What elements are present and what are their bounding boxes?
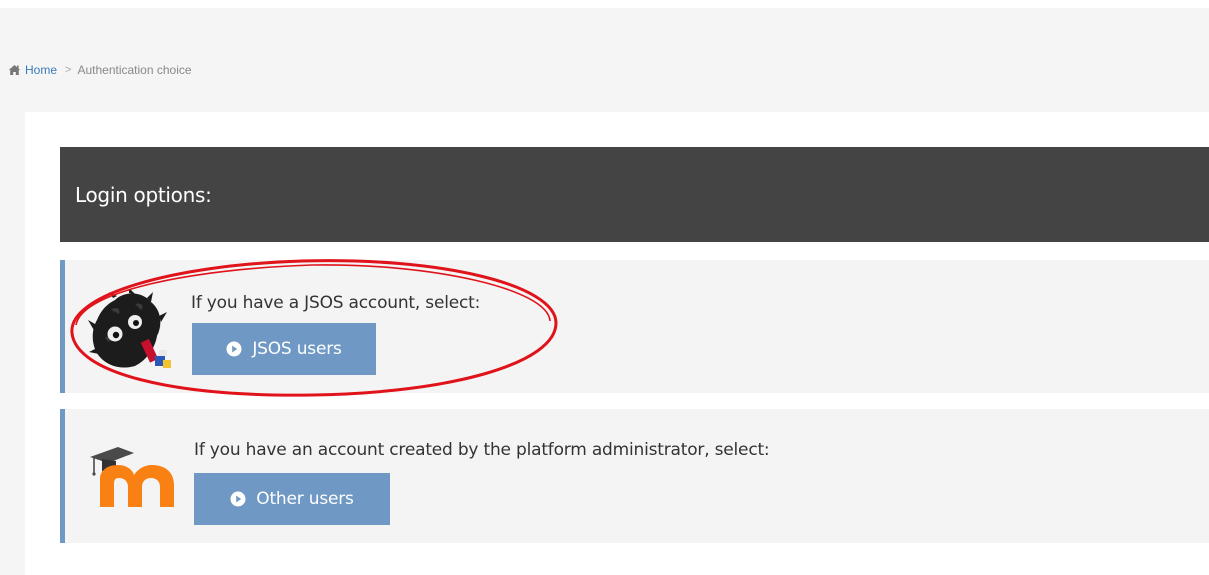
breadcrumb-home-label: Home — [25, 63, 58, 77]
top-strip — [0, 0, 1209, 8]
home-icon — [8, 65, 21, 75]
play-circle-icon — [230, 491, 246, 507]
breadcrumb-current: Authentication choice — [77, 63, 192, 77]
login-options-header: Login options: — [60, 147, 1209, 242]
play-circle-icon — [226, 341, 242, 357]
other-users-button-label: Other users — [256, 489, 354, 509]
login-options-title: Login options: — [75, 182, 212, 207]
breadcrumb: Home > Authentication choice — [8, 62, 192, 78]
moodle-logo — [90, 447, 174, 507]
breadcrumb-home-link[interactable]: Home — [8, 63, 57, 77]
other-prompt: If you have an account created by the pl… — [194, 440, 770, 460]
other-login-panel: If you have an account created by the pl… — [60, 409, 1209, 543]
other-users-button[interactable]: Other users — [194, 473, 390, 525]
jsos-login-panel: If you have a JSOS account, select: JSOS… — [60, 260, 1209, 393]
mascot-image — [88, 290, 171, 368]
jsos-users-button[interactable]: JSOS users — [192, 323, 376, 375]
jsos-users-button-label: JSOS users — [252, 339, 342, 359]
jsos-prompt: If you have a JSOS account, select: — [191, 293, 481, 313]
breadcrumb-separator: > — [65, 64, 72, 76]
